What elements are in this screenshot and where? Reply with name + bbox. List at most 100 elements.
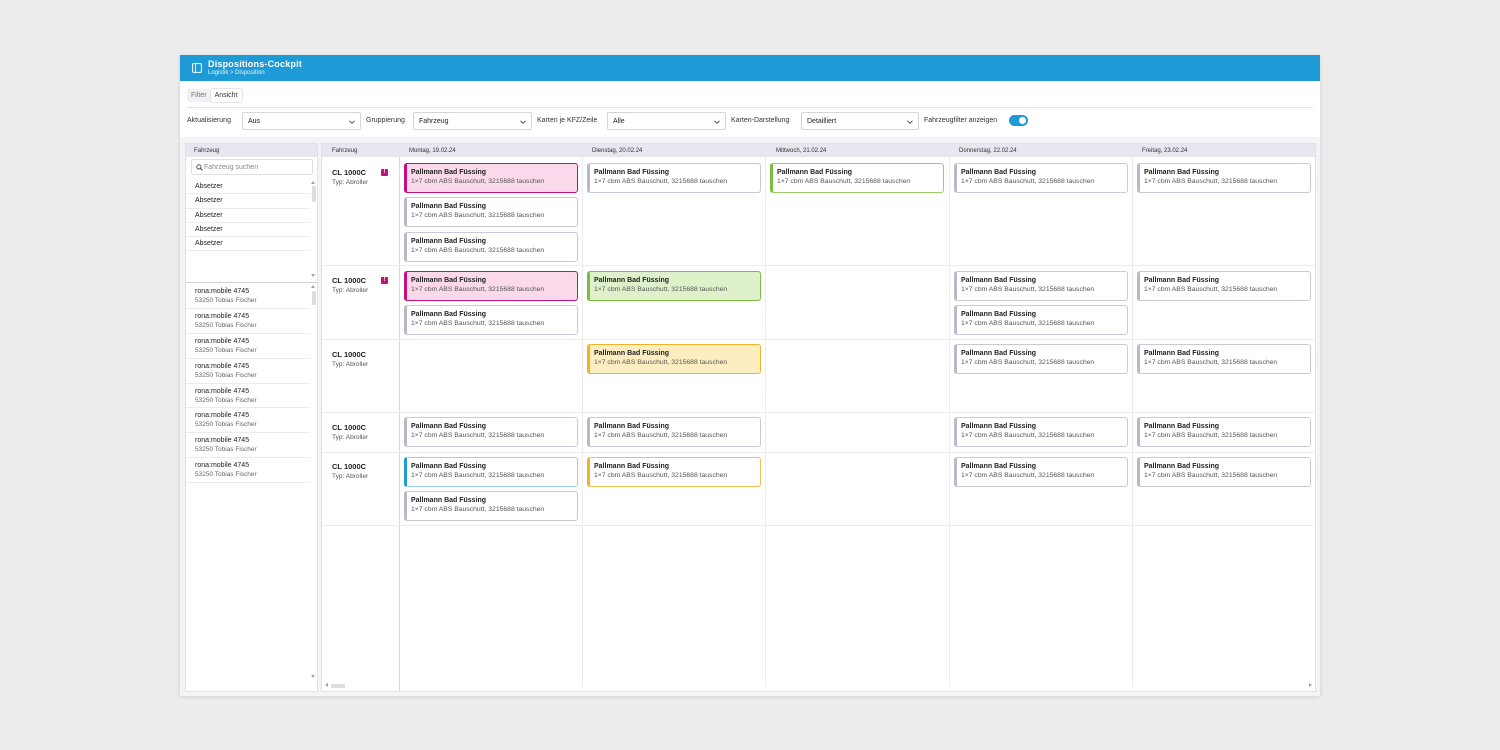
sidebar-toggle-icon[interactable] [192, 63, 202, 73]
dispo-card[interactable]: Pallmann Bad Füssing 1×7 cbm ABS Bauschut… [404, 491, 578, 521]
vehicle-list-scrollbar[interactable] [310, 284, 317, 682]
dispo-card[interactable]: Pallmann Bad Füssing 1×7 cbm ABS Bauschut… [770, 163, 944, 193]
card-display-select[interactable]: Detailliert [801, 112, 919, 130]
list-item[interactable]: rona:mobile 4745 53250 Tobias Fischer [186, 284, 310, 309]
list-item[interactable]: rona:mobile 4745 53250 Tobias Fischer [186, 309, 310, 334]
vehicle-row-label[interactable]: CL 1000C Typ: Abroller [332, 168, 368, 187]
refresh-select[interactable]: Aus [242, 112, 361, 130]
card-title: Pallmann Bad Füssing [594, 350, 670, 357]
chevron-down-icon [714, 120, 720, 124]
panel-horizontal-scrollbar[interactable] [186, 684, 310, 691]
list-item[interactable]: rona:mobile 4745 53250 Tobias Fischer [186, 334, 310, 359]
card-subtitle: 1×7 cbm ABS Bauschutt, 3215688 tauschen [1144, 472, 1278, 479]
dispo-card[interactable]: Pallmann Bad Füssing 1×7 cbm ABS Bauschut… [404, 232, 578, 262]
list-item[interactable]: Absetzer [186, 237, 310, 252]
dispo-card[interactable]: Pallmann Bad Füssing 1×7 cbm ABS Bauschut… [587, 344, 761, 374]
card-title: Pallmann Bad Füssing [411, 423, 487, 430]
tab-filter[interactable]: Filter [187, 89, 211, 102]
tab-bar: Filter Ansicht [187, 89, 242, 103]
dispo-card[interactable]: Pallmann Bad Füssing 1×7 cbm ABS Bauschut… [954, 305, 1128, 335]
dispo-card[interactable]: Pallmann Bad Füssing 1×7 cbm ABS Bauschut… [954, 163, 1128, 193]
vehicle-name: rona:mobile 4745 [195, 462, 250, 470]
scroll-up-icon[interactable] [311, 285, 315, 288]
dispo-card[interactable]: Pallmann Bad Füssing 1×7 cbm ABS Bauschut… [404, 457, 578, 487]
app-title: Dispositions-Cockpit [208, 59, 303, 69]
filter-bar: Aktualisierung Aus Gruppierung Fahrzeug … [187, 112, 1313, 130]
card-title: Pallmann Bad Füssing [411, 277, 487, 284]
type-list-scrollbar[interactable] [310, 180, 317, 280]
vehicle-title: CL 1000C [332, 168, 367, 177]
card-subtitle: 1×7 cbm ABS Bauschutt, 3215688 tauschen [411, 432, 545, 439]
column-divider [1132, 157, 1133, 687]
schedule-header: Fahrzeug Montag, 19.02.24 Dienstag, 20.0… [322, 144, 1315, 157]
dispo-card[interactable]: Pallmann Bad Füssing 1×7 cbm ABS Bauschut… [1137, 457, 1311, 487]
dispo-card[interactable]: Pallmann Bad Füssing 1×7 cbm ABS Bauschut… [587, 271, 761, 301]
dispo-card[interactable]: Pallmann Bad Füssing 1×7 cbm ABS Bauschut… [1137, 163, 1311, 193]
vehicle-title: CL 1000C [332, 462, 367, 471]
vehicle-type: Typ: Abroller [332, 179, 369, 186]
toggle-knob [1019, 117, 1026, 124]
cards-per-row-select[interactable]: Alle [607, 112, 726, 130]
dispo-card[interactable]: Pallmann Bad Füssing 1×7 cbm ABS Bauschut… [954, 344, 1128, 374]
vehicle-row-label[interactable]: CL 1000C Typ: Abroller [332, 423, 368, 442]
dispo-card[interactable]: Pallmann Bad Füssing 1×7 cbm ABS Bauschut… [954, 417, 1128, 447]
list-item[interactable]: rona:mobile 4745 53250 Tobias Fischer [186, 458, 310, 484]
scroll-down-icon[interactable] [311, 675, 315, 678]
alert-badge[interactable]: ! [381, 277, 388, 284]
card-subtitle: 1×7 cbm ABS Bauschutt, 3215688 tauschen [411, 320, 545, 327]
vehicle-title: CL 1000C [332, 350, 367, 359]
dispo-card[interactable]: Pallmann Bad Füssing 1×7 cbm ABS Bauschut… [587, 457, 761, 487]
list-item[interactable]: Absetzer [186, 194, 310, 209]
vehicle-row-label[interactable]: CL 1000C Typ: Abroller [332, 350, 368, 369]
column-divider [949, 157, 950, 687]
panel-header: Fahrzeug [186, 144, 317, 157]
vehicle-search-input[interactable] [204, 162, 310, 173]
dispo-card[interactable]: Pallmann Bad Füssing 1×7 cbm ABS Bauschut… [1137, 344, 1311, 374]
dispo-card[interactable]: Pallmann Bad Füssing 1×7 cbm ABS Bauschut… [954, 457, 1128, 487]
list-item[interactable]: Absetzer [186, 180, 310, 195]
dispo-card[interactable]: Pallmann Bad Füssing 1×7 cbm ABS Bauschut… [587, 417, 761, 447]
alert-badge[interactable]: ! [381, 169, 388, 176]
card-subtitle: 1×7 cbm ABS Bauschutt, 3215688 tauschen [1144, 359, 1278, 366]
breadcrumb[interactable]: Logistik > Disposition [208, 70, 265, 76]
row-divider [322, 525, 1315, 526]
dispo-card[interactable]: Pallmann Bad Füssing 1×7 cbm ABS Bauschut… [1137, 271, 1311, 301]
scroll-right-icon[interactable] [1309, 683, 1312, 687]
scroll-left-icon[interactable] [325, 683, 328, 687]
list-item[interactable]: rona:mobile 4745 53250 Tobias Fischer [186, 359, 310, 384]
vehicle-row-label[interactable]: CL 1000C Typ: Abroller [332, 462, 368, 481]
list-item[interactable]: Absetzer [186, 223, 310, 238]
dispo-card[interactable]: Pallmann Bad Füssing 1×7 cbm ABS Bauschut… [587, 163, 761, 193]
list-item[interactable]: Absetzer [186, 209, 310, 223]
vehicle-type-list: Absetzer Absetzer Absetzer Absetzer Abse… [186, 180, 310, 252]
dispo-card[interactable]: Pallmann Bad Füssing 1×7 cbm ABS Bauschut… [404, 417, 578, 447]
card-title: Pallmann Bad Füssing [961, 423, 1037, 430]
scroll-down-icon[interactable] [311, 274, 315, 277]
dispo-card[interactable]: Pallmann Bad Füssing 1×7 cbm ABS Bauschut… [404, 163, 578, 193]
scrollbar-thumb[interactable] [312, 291, 316, 305]
card-subtitle: 1×7 cbm ABS Bauschutt, 3215688 tauschen [594, 178, 728, 185]
vehicle-name: rona:mobile 4745 [195, 387, 250, 395]
vehicle-search-box[interactable] [191, 159, 313, 175]
grid-horizontal-scrollbar[interactable] [322, 682, 1315, 689]
vehicle-filter-toggle[interactable] [1009, 115, 1028, 126]
card-title: Pallmann Bad Füssing [777, 169, 853, 176]
dispo-card[interactable]: Pallmann Bad Füssing 1×7 cbm ABS Bauschut… [1137, 417, 1311, 447]
list-item[interactable]: rona:mobile 4745 53250 Tobias Fischer [186, 408, 310, 434]
scroll-up-icon[interactable] [311, 181, 315, 184]
card-subtitle: 1×7 cbm ABS Bauschutt, 3215688 tauschen [594, 472, 728, 479]
list-item[interactable]: rona:mobile 4745 53250 Tobias Fischer [186, 433, 310, 459]
scrollbar-thumb[interactable] [312, 186, 316, 202]
refresh-label: Aktualisierung [187, 117, 231, 124]
grouping-select[interactable]: Fahrzeug [413, 112, 532, 130]
vehicle-row-label[interactable]: CL 1000C Typ: Abroller [332, 276, 368, 295]
dispo-card[interactable]: Pallmann Bad Füssing 1×7 cbm ABS Bauschut… [404, 305, 578, 335]
card-title: Pallmann Bad Füssing [594, 169, 670, 176]
card-subtitle: 1×7 cbm ABS Bauschutt, 3215688 tauschen [1144, 178, 1278, 185]
scrollbar-thumb[interactable] [331, 684, 345, 688]
dispo-card[interactable]: Pallmann Bad Füssing 1×7 cbm ABS Bauschut… [404, 271, 578, 301]
dispo-card[interactable]: Pallmann Bad Füssing 1×7 cbm ABS Bauschut… [404, 197, 578, 227]
dispo-card[interactable]: Pallmann Bad Füssing 1×7 cbm ABS Bauschut… [954, 271, 1128, 301]
tab-ansicht[interactable]: Ansicht [210, 89, 242, 102]
list-item[interactable]: rona:mobile 4745 53250 Tobias Fischer [186, 384, 310, 409]
